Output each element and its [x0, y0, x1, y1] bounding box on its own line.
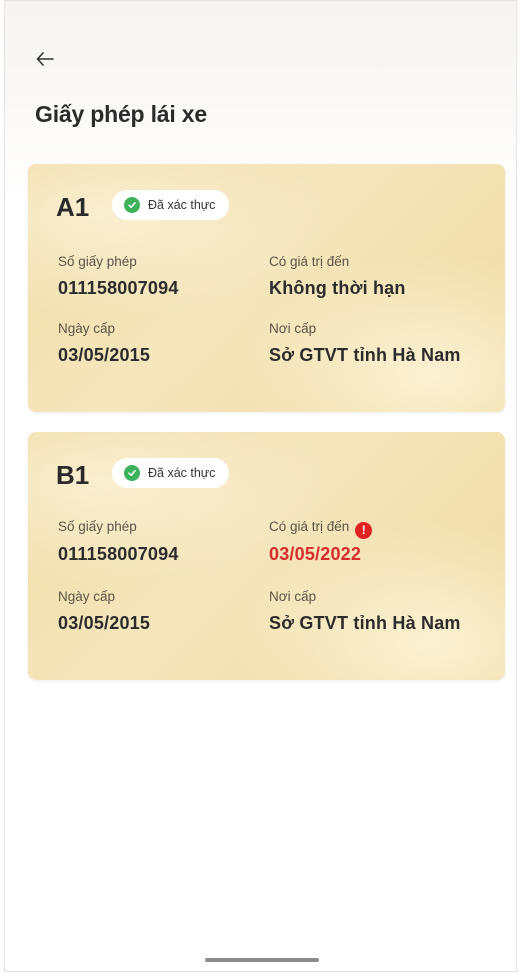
license-card-b1[interactable]: B1 Đã xác thực Số giấy phép 011158007094…	[28, 432, 505, 680]
license-number-value: 011158007094	[58, 544, 179, 564]
verified-label: Đã xác thực	[148, 198, 216, 212]
issue-place-label: Nơi cấp	[269, 321, 317, 336]
valid-until-label: Có giá trị đến	[269, 254, 350, 269]
back-button[interactable]	[33, 47, 57, 71]
valid-until-label: Có giá trị đến	[269, 519, 350, 534]
arrow-left-icon	[36, 52, 54, 66]
license-number-value: 011158007094	[58, 278, 179, 298]
license-number-label: Số giấy phép	[58, 519, 137, 534]
issue-date-value: 03/05/2015	[58, 613, 151, 633]
check-circle-icon	[124, 197, 140, 213]
check-circle-icon	[124, 465, 140, 481]
issue-place-value: Sở GTVT tỉnh Hà Nam	[269, 345, 461, 365]
issue-date-value: 03/05/2015	[58, 345, 151, 365]
issue-date-label: Ngày cấp	[58, 589, 116, 604]
exclamation-circle-icon[interactable]: !	[355, 521, 373, 539]
verified-badge: Đã xác thực	[112, 458, 230, 488]
screen: Giấy phép lái xe A1 Đã xác thực Số giấy …	[4, 0, 517, 972]
valid-until-value-expired: 03/05/2022	[269, 544, 362, 564]
license-number-label: Số giấy phép	[58, 254, 137, 269]
license-class: A1	[56, 192, 90, 222]
page-title: Giấy phép lái xe	[35, 101, 207, 127]
issue-place-label: Nơi cấp	[269, 589, 317, 604]
valid-until-row: Có giá trị đến!	[269, 519, 373, 539]
issue-date-label: Ngày cấp	[58, 321, 116, 336]
issue-place-value: Sở GTVT tỉnh Hà Nam	[269, 613, 461, 633]
verified-badge: Đã xác thực	[112, 190, 230, 220]
license-class: B1	[56, 460, 90, 490]
license-card-a1[interactable]: A1 Đã xác thực Số giấy phép 011158007094…	[28, 164, 505, 412]
valid-until-value: Không thời hạn	[269, 278, 406, 298]
verified-label: Đã xác thực	[148, 466, 216, 480]
home-indicator	[205, 958, 319, 962]
